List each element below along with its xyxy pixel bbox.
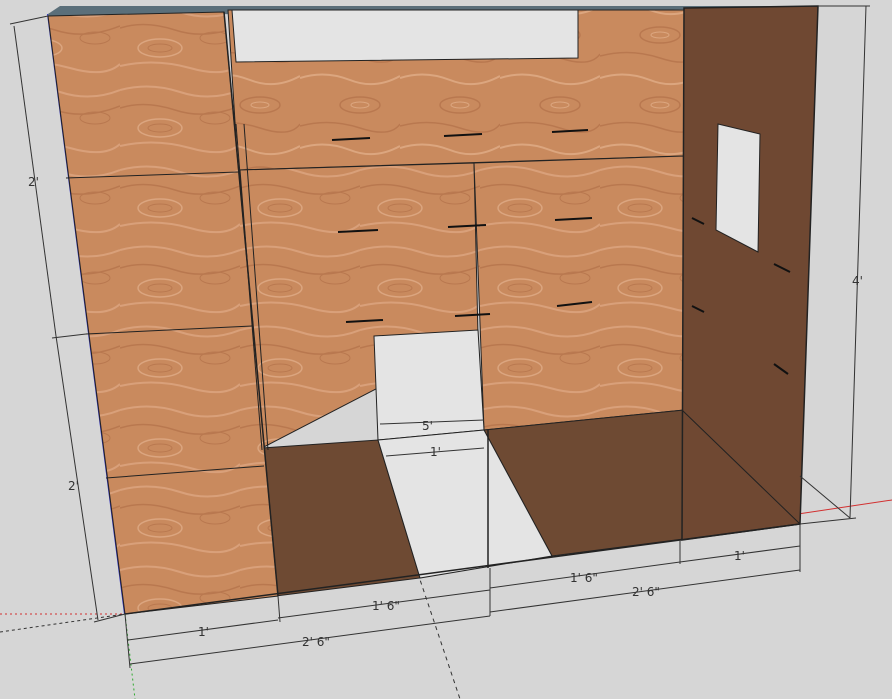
model-canvas[interactable]: 2' 2' 4' 1' 2' 6" 1' 6" 1' 6" 2' 6" 1' 5… bbox=[0, 0, 892, 699]
black-dashed-left bbox=[0, 613, 126, 633]
dim-bottom-right-1ft: 1' bbox=[734, 549, 745, 563]
dim-bottom-1ft6-a: 1' 6" bbox=[372, 599, 400, 613]
dim-bottom-1ft: 1' bbox=[198, 625, 209, 639]
dim-bottom-2ft6-right: 2' 6" bbox=[632, 585, 660, 599]
back-wall-right-panel bbox=[473, 155, 685, 431]
right-side-wall bbox=[681, 5, 819, 541]
dim-left-upper: 2' bbox=[28, 175, 39, 189]
dim-left-lower: 2' bbox=[68, 479, 79, 493]
dim-door-floor: 1' bbox=[430, 445, 441, 459]
dim-bottom-2ft6: 2' 6" bbox=[302, 635, 330, 649]
side-window bbox=[715, 123, 761, 253]
sketchup-viewport[interactable]: 2' 2' 4' 1' 2' 6" 1' 6" 1' 6" 2' 6" 1' 5… bbox=[0, 0, 892, 699]
dim-door-top: 5' bbox=[422, 419, 433, 433]
dim-bottom-1ft6-b: 1' 6" bbox=[570, 571, 598, 585]
dim-right-height: 4' bbox=[852, 274, 863, 288]
top-opening bbox=[231, 9, 579, 63]
